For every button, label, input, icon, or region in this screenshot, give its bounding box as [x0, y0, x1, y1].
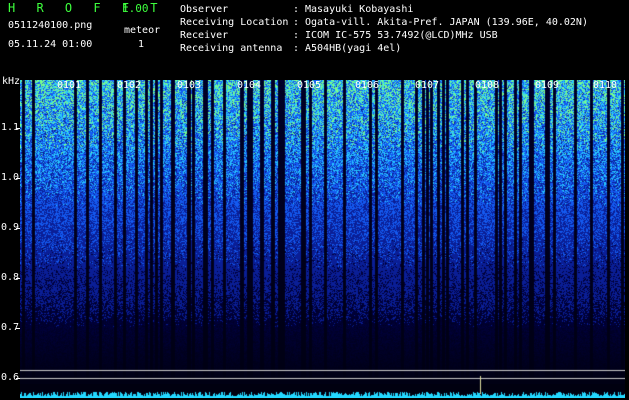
info-value: ICOM IC-575 53.7492(@LCD)MHz USB — [305, 30, 498, 41]
station-info-table: Observer: Masayuki Kobayashi Receiving Lo… — [180, 3, 588, 55]
info-row-observer: Observer: Masayuki Kobayashi — [180, 3, 588, 16]
x-tick-label: 0110 — [593, 80, 618, 91]
info-value: Ogata-vill. Akita-Pref. JAPAN (139.96E, … — [305, 17, 588, 28]
y-axis-unit: kHz — [2, 76, 21, 87]
info-separator: : — [293, 43, 300, 54]
x-tick-label: 0101 — [57, 80, 82, 91]
info-separator: : — [293, 4, 300, 15]
info-row-receiver: Receiver: ICOM IC-575 53.7492(@LCD)MHz US… — [180, 29, 588, 42]
x-tick-label: 0105 — [297, 80, 322, 91]
spectrogram-canvas — [20, 80, 625, 398]
x-tick-label: 0106 — [355, 80, 380, 91]
info-key: Receiving antenna — [180, 43, 283, 54]
meteor-count: 1 — [138, 39, 145, 50]
x-tick-label: 0103 — [177, 80, 202, 91]
info-value: A504HB(yagi 4el) — [305, 43, 402, 54]
x-tick-label: 0109 — [535, 80, 560, 91]
info-separator: : — [293, 17, 300, 28]
x-tick-label: 0104 — [237, 80, 262, 91]
info-separator: : — [293, 30, 300, 41]
x-tick-label: 0102 — [117, 80, 142, 91]
info-key: Receiver — [180, 30, 229, 41]
info-value: Masayuki Kobayashi — [305, 4, 414, 15]
info-row-antenna: Receiving antenna: A504HB(yagi 4el) — [180, 42, 588, 55]
app-version: 1.00 — [122, 2, 149, 15]
info-key: Receiving Location — [180, 17, 289, 28]
x-tick-label: 0108 — [475, 80, 500, 91]
observation-datetime: 05.11.24 01:00 — [8, 39, 93, 50]
meteor-label: meteor — [124, 25, 161, 36]
info-row-location: Receiving Location: Ogata-vill. Akita-Pre… — [180, 16, 588, 29]
info-key: Observer — [180, 4, 229, 15]
x-tick-label: 0107 — [415, 80, 440, 91]
file-name: 0511240100.png — [8, 20, 93, 31]
